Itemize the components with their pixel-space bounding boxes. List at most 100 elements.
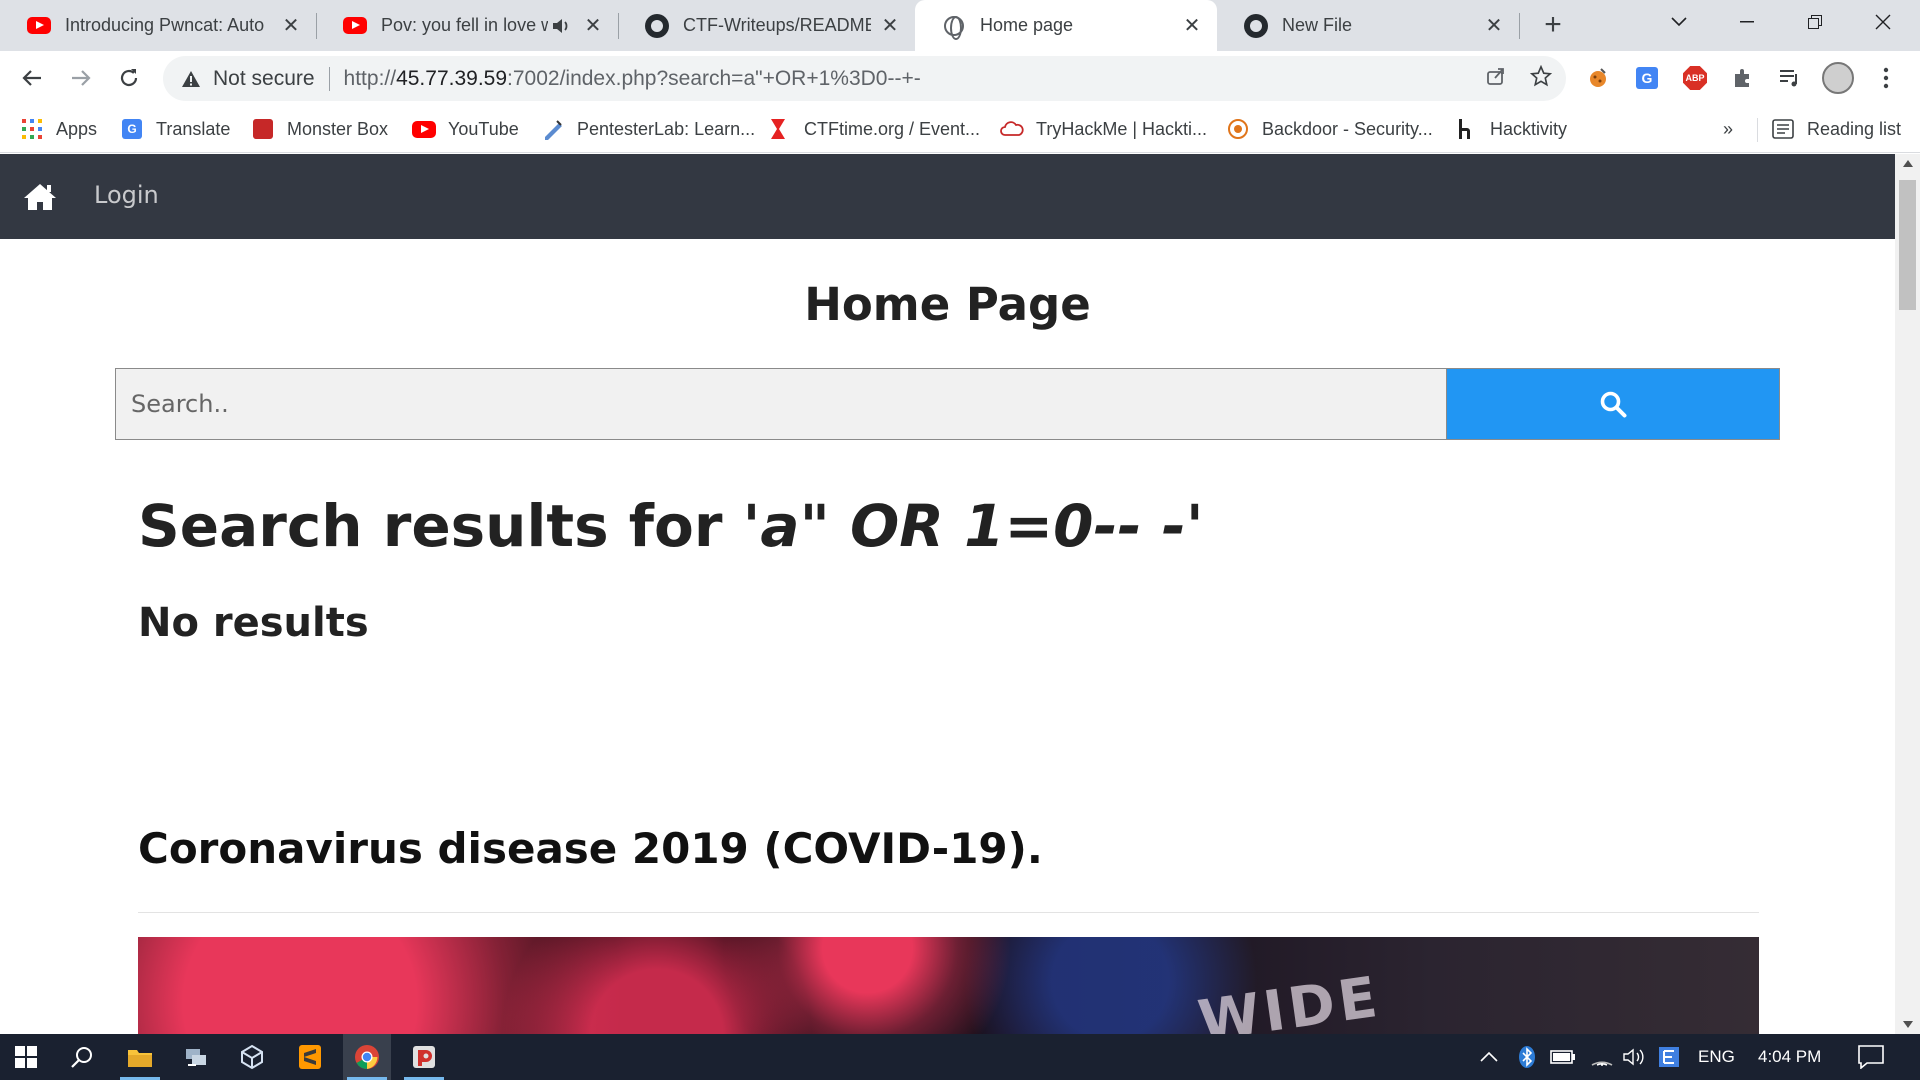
browser-toolbar: Not secure http://45.77.39.59:7002/index… [0, 51, 1920, 106]
adblock-plus-icon[interactable]: ABP [1679, 62, 1711, 94]
login-link[interactable]: Login [94, 181, 159, 209]
url-text[interactable]: http://45.77.39.59:7002/index.php?search… [344, 67, 921, 91]
scroll-up-icon[interactable] [1903, 160, 1913, 167]
close-icon[interactable]: ✕ [879, 15, 901, 37]
menu-kebab-icon[interactable] [1870, 62, 1902, 94]
bookmark-pentesterlab[interactable]: PentesterLab: Learn... [541, 114, 755, 144]
bookmark-label: YouTube [448, 118, 519, 139]
close-icon[interactable]: ✕ [1181, 15, 1203, 37]
scroll-thumb[interactable] [1899, 180, 1916, 310]
clock-time[interactable]: 4:04 PM [1758, 1034, 1821, 1080]
network-tool-icon[interactable] [172, 1034, 220, 1080]
bookmark-youtube[interactable]: YouTube [412, 114, 519, 144]
search-icon [1600, 391, 1627, 418]
image-overlay-text: WIDE [1194, 964, 1385, 1034]
search-icon[interactable] [58, 1034, 106, 1080]
results-prefix: Search results for [138, 492, 743, 560]
bookmark-monster-box[interactable]: Monster Box [251, 114, 388, 144]
close-icon[interactable]: ✕ [582, 15, 604, 37]
bookmark-label: CTFtime.org / Event... [804, 118, 981, 139]
new-tab-button[interactable]: + [1535, 8, 1571, 44]
bookmark-translate[interactable]: G Translate [120, 114, 230, 144]
article-title: Coronavirus disease 2019 (COVID-19). [138, 824, 1043, 873]
home-icon[interactable] [23, 182, 57, 212]
tab-ctf-writeups[interactable]: CTF-Writeups/README.m ✕ [618, 0, 915, 51]
security-label[interactable]: Not secure [213, 67, 315, 91]
no-results-text: No results [138, 600, 369, 646]
bookmark-label: TryHackMe | Hackti... [1036, 118, 1208, 139]
page-scrollbar[interactable] [1895, 154, 1920, 1034]
close-icon[interactable]: ✕ [1483, 15, 1505, 37]
bookmark-tryhackme[interactable]: TryHackMe | Hackti... [1000, 114, 1207, 144]
ctftime-icon [768, 117, 792, 141]
tab-home-page[interactable]: Home page ✕ [915, 0, 1217, 51]
media-queue-icon[interactable] [1774, 62, 1806, 94]
share-icon[interactable] [1486, 66, 1506, 92]
article-image: WIDE [138, 937, 1759, 1034]
bookmark-ctftime[interactable]: CTFtime.org / Event... [768, 114, 980, 144]
close-icon[interactable]: ✕ [280, 15, 302, 37]
search-input[interactable] [115, 368, 1447, 440]
bookmark-backdoor[interactable]: Backdoor - Security... [1226, 114, 1433, 144]
divider [138, 912, 1759, 913]
language-indicator[interactable]: ENG [1698, 1034, 1735, 1080]
monster-box-icon [251, 117, 275, 141]
tab-title: CTF-Writeups/README.m [683, 15, 871, 35]
file-explorer-icon[interactable] [116, 1034, 164, 1080]
volume-icon[interactable] [1622, 1034, 1646, 1080]
sublime-text-icon[interactable] [286, 1034, 334, 1080]
avatar[interactable] [1822, 62, 1854, 94]
bookmark-hacktivity[interactable]: Hacktivity [1454, 114, 1567, 144]
speaker-icon[interactable] [552, 15, 574, 37]
back-icon[interactable] [13, 59, 51, 97]
bluetooth-icon[interactable] [1518, 1034, 1536, 1080]
bookmark-apps[interactable]: Apps [20, 114, 97, 144]
reload-icon[interactable] [110, 59, 148, 97]
forward-icon[interactable] [62, 59, 100, 97]
reading-list-label: Reading list [1807, 118, 1902, 139]
url-path: :7002/index.php?search=a"+OR+1%3D0--+- [507, 66, 921, 90]
notification-center-icon[interactable] [1858, 1034, 1884, 1080]
start-icon[interactable] [2, 1034, 50, 1080]
pentesterlab-icon [541, 117, 565, 141]
extensions-puzzle-icon[interactable] [1727, 62, 1759, 94]
tab-pov[interactable]: Pov: you fell in love w ✕ [316, 0, 619, 51]
wifi-icon[interactable] [1590, 1034, 1614, 1080]
scroll-down-icon[interactable] [1903, 1021, 1913, 1028]
tab-pwncat[interactable]: Introducing Pwncat: Auto ✕ [0, 0, 317, 51]
battery-icon[interactable] [1550, 1034, 1576, 1080]
results-query: 'a" OR 1=0-- -' [742, 492, 1204, 560]
input-method-icon[interactable] [1658, 1034, 1680, 1080]
bookmarks-overflow-button[interactable]: » [1723, 114, 1733, 144]
bookmark-label: Hacktivity [1490, 118, 1568, 139]
virtualbox-icon[interactable] [228, 1034, 276, 1080]
tab-search-icon[interactable] [1646, 0, 1712, 44]
youtube-icon [343, 14, 367, 38]
extension-cookie-icon[interactable] [1582, 62, 1614, 94]
site-navbar: Login [0, 154, 1895, 239]
globe-icon [942, 14, 966, 40]
reading-list-button[interactable]: Reading list [1771, 114, 1901, 144]
window-close-icon[interactable] [1850, 0, 1916, 44]
tab-title: Introducing Pwncat: Auto [65, 15, 265, 35]
minimize-icon[interactable] [1714, 0, 1780, 44]
github-icon [645, 13, 669, 38]
chrome-icon[interactable] [343, 1034, 391, 1080]
warning-icon[interactable] [179, 67, 203, 91]
tab-new-file[interactable]: New File ✕ [1217, 0, 1520, 51]
tab-title: New File [1282, 15, 1353, 35]
hackerone-icon [1454, 117, 1478, 141]
tab-strip: Introducing Pwncat: Auto ✕ Pov: you fell… [0, 0, 1920, 51]
search-button[interactable] [1447, 368, 1780, 440]
tray-overflow-icon[interactable] [1480, 1034, 1498, 1080]
github-icon [1244, 13, 1268, 38]
windows-taskbar: ENG 4:04 PM [0, 1034, 1920, 1080]
restore-icon[interactable] [1782, 0, 1848, 44]
google-translate-icon[interactable]: G [1631, 62, 1663, 94]
bookmark-label: Monster Box [287, 118, 389, 139]
bookmark-label: PentesterLab: Learn... [577, 118, 756, 139]
burp-icon[interactable] [400, 1034, 448, 1080]
tryhackme-icon [1000, 117, 1024, 141]
bookmark-star-icon[interactable] [1529, 64, 1553, 93]
address-bar[interactable]: Not secure http://45.77.39.59:7002/index… [163, 56, 1566, 101]
